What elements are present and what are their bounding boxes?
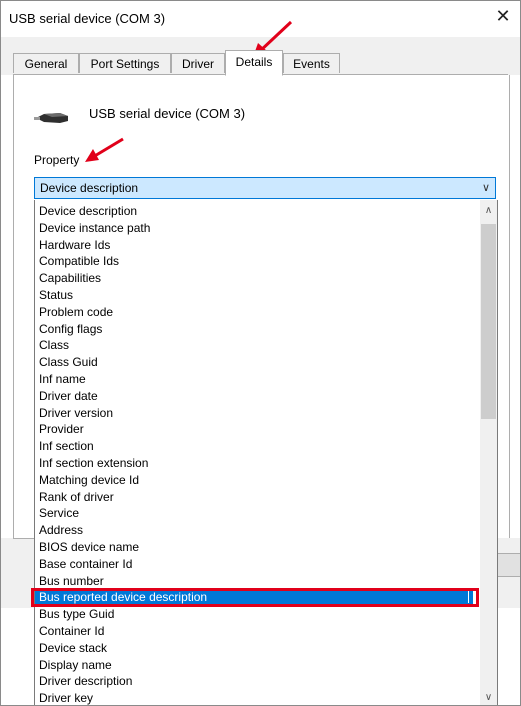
list-item[interactable]: Driver date [35,388,473,404]
chevron-down-icon[interactable]: ∨ [482,178,490,198]
list-item[interactable]: Inf name [35,371,473,387]
list-item[interactable]: Status [35,287,473,303]
dropdown-selected-value: Device description [40,181,139,195]
close-icon[interactable]: ✕ [492,5,514,27]
list-item[interactable]: Problem code [35,304,473,320]
window-title: USB serial device (COM 3) [9,11,166,26]
list-item[interactable]: Class [35,337,473,353]
list-item[interactable]: Base container Id [35,556,473,572]
tab-strip: General Port Settings Driver Details Eve… [1,37,520,76]
list-item[interactable]: Bus number [35,573,473,589]
list-item[interactable]: Inf section extension [35,455,473,471]
list-item[interactable]: Container Id [35,623,473,639]
tab-port-settings[interactable]: Port Settings [79,53,171,73]
list-item[interactable]: Provider [35,421,473,437]
list-item[interactable]: Driver version [35,405,473,421]
tab-general[interactable]: General [13,53,79,73]
divider [13,538,34,539]
property-dropdown[interactable]: Device description ∨ [34,177,496,199]
list-item[interactable]: Inf section [35,438,473,454]
list-item[interactable]: Class Guid [35,354,473,370]
list-item[interactable]: Display name [35,657,473,673]
list-item[interactable]: BIOS device name [35,539,473,555]
usb-cable-icon [34,113,68,123]
scroll-down-icon[interactable]: ∨ [480,689,497,705]
list-item[interactable]: Driver key [35,690,473,705]
list-item[interactable]: Address [35,522,473,538]
tab-details[interactable]: Details [225,50,283,76]
tab-events[interactable]: Events [283,53,340,73]
title-bar: USB serial device (COM 3) ✕ [1,1,520,37]
list-item[interactable]: Service [35,505,473,521]
list-item[interactable]: Bus type Guid [35,606,473,622]
list-item[interactable]: Config flags [35,321,473,337]
list-item[interactable]: Matching device Id [35,472,473,488]
list-item[interactable]: Bus reported device description [35,589,473,606]
list-item[interactable]: Device description [35,203,473,219]
list-item[interactable]: Device instance path [35,220,473,236]
scroll-up-icon[interactable]: ∧ [480,202,497,219]
hidden-button[interactable] [497,553,520,577]
list-item[interactable]: Rank of driver [35,489,473,505]
list-item[interactable]: Capabilities [35,270,473,286]
tab-driver[interactable]: Driver [171,53,225,73]
device-name: USB serial device (COM 3) [89,106,246,121]
list-item[interactable]: Hardware Ids [35,237,473,253]
scrollbar-thumb[interactable] [481,224,496,419]
list-item[interactable]: Compatible Ids [35,253,473,269]
property-label: Property [34,153,80,167]
list-scrollbar[interactable]: ∧ ∨ [480,200,497,705]
list-item[interactable]: Driver description [35,673,473,689]
list-item[interactable]: Device stack [35,640,473,656]
device-properties-dialog: USB serial device (COM 3) ✕ General Port… [0,0,521,706]
property-options-list[interactable]: ∧ ∨ Device description Device instance pa… [34,200,498,705]
